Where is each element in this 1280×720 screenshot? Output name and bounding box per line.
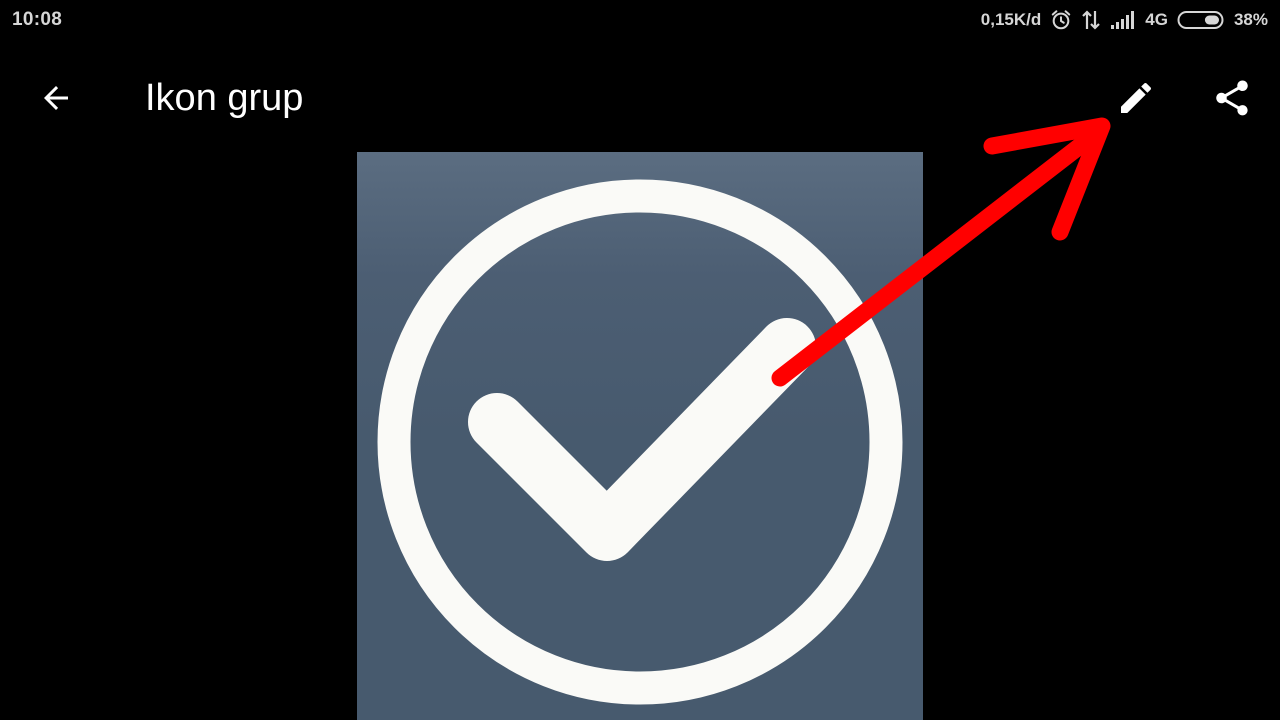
edit-button[interactable] xyxy=(1108,72,1164,124)
data-transfer-icon xyxy=(1081,9,1101,31)
page-title: Ikon grup xyxy=(145,77,304,119)
status-bar: 10:08 0,15K/d 4G 38% xyxy=(0,0,1280,40)
check-circle-icon xyxy=(377,179,903,705)
battery-percent: 38% xyxy=(1233,10,1268,29)
arrow-back-icon xyxy=(44,86,68,110)
network-speed: 0,15K/d xyxy=(980,10,1042,29)
share-icon xyxy=(1216,80,1248,116)
network-type: 4G xyxy=(1145,10,1168,29)
status-time: 10:08 xyxy=(12,9,63,30)
group-icon-image xyxy=(357,152,923,720)
app-bar: Ikon grup xyxy=(0,56,1280,140)
share-button[interactable] xyxy=(1204,72,1260,124)
back-button[interactable] xyxy=(30,74,82,122)
status-indicators: 0,15K/d 4G 38% xyxy=(981,7,1268,33)
pencil-edit-icon xyxy=(1121,82,1152,113)
battery-icon xyxy=(1177,10,1225,30)
signal-icon xyxy=(1110,10,1136,30)
alarm-icon xyxy=(1050,9,1072,31)
